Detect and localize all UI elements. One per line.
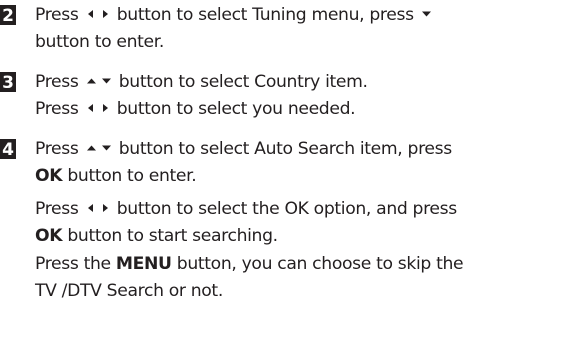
step-number-4-icon: 4	[0, 139, 16, 159]
instruction-text: Press	[35, 199, 84, 219]
arrow-right-icon	[99, 202, 111, 214]
arrow-right-icon	[99, 8, 111, 20]
step-2-line-1: Press button to select Tuning menu, pres…	[35, 2, 434, 28]
svg-text:3: 3	[2, 73, 14, 92]
arrow-left-icon	[85, 102, 97, 114]
instruction-text: Press the	[35, 254, 116, 274]
instruction-text: Press	[35, 72, 84, 92]
instruction-text: Press	[35, 99, 84, 119]
instruction-page: 2 Press button to select Tuning menu, pr…	[0, 0, 569, 340]
instruction-text: button to select Country item.	[113, 72, 368, 92]
instruction-text: button to enter.	[62, 166, 197, 186]
bold-key-label: OK	[35, 226, 63, 246]
step-number-2-icon: 2	[0, 5, 16, 25]
instruction-text: button, you can choose to skip the	[171, 254, 464, 274]
step-number-badge: 2	[0, 5, 16, 25]
arrow-down-icon	[100, 142, 113, 154]
arrow-down-icon	[420, 8, 433, 20]
instruction-text: button to enter.	[35, 32, 165, 52]
svg-text:2: 2	[2, 6, 14, 25]
instruction-text: button to select Tuning menu, press	[111, 5, 419, 25]
step-number-3-icon: 3	[0, 72, 16, 92]
arrow-up-icon	[85, 75, 98, 87]
arrow-up-icon	[85, 142, 98, 154]
step-number-badge: 3	[0, 72, 16, 92]
arrow-left-icon	[85, 202, 97, 214]
bold-key-label: MENU	[115, 254, 172, 274]
bold-key-label: OK	[35, 166, 63, 186]
instruction-text: Press	[35, 139, 84, 159]
arrow-right-icon	[99, 102, 111, 114]
step-4-line-5: Press the MENU button, you can choose to…	[35, 251, 464, 277]
step-4-line-3: Press button to select the OK option, an…	[35, 196, 457, 222]
svg-text:4: 4	[2, 140, 14, 159]
instruction-text: button to select the OK option, and pres…	[111, 199, 458, 219]
instruction-text: Press	[35, 5, 84, 25]
instruction-text: TV /DTV Search or not.	[35, 281, 223, 301]
step-3-line-1: Press button to select Country item.	[35, 69, 368, 95]
arrow-down-icon	[100, 75, 113, 87]
step-2-line-2: button to enter.	[35, 29, 164, 55]
step-3-line-2: Press button to select you needed.	[35, 96, 356, 122]
instruction-text: button to start searching.	[62, 226, 278, 246]
arrow-left-icon	[85, 8, 97, 20]
step-4-line-1: Press button to select Auto Search item,…	[35, 136, 452, 162]
step-4-line-2: OK button to enter.	[35, 163, 197, 189]
step-4-line-6: TV /DTV Search or not.	[35, 278, 223, 304]
step-4-line-4: OK button to start searching.	[35, 223, 278, 249]
instruction-text: button to select you needed.	[111, 99, 356, 119]
step-number-badge: 4	[0, 139, 16, 159]
instruction-text: button to select Auto Search item, press	[113, 139, 452, 159]
